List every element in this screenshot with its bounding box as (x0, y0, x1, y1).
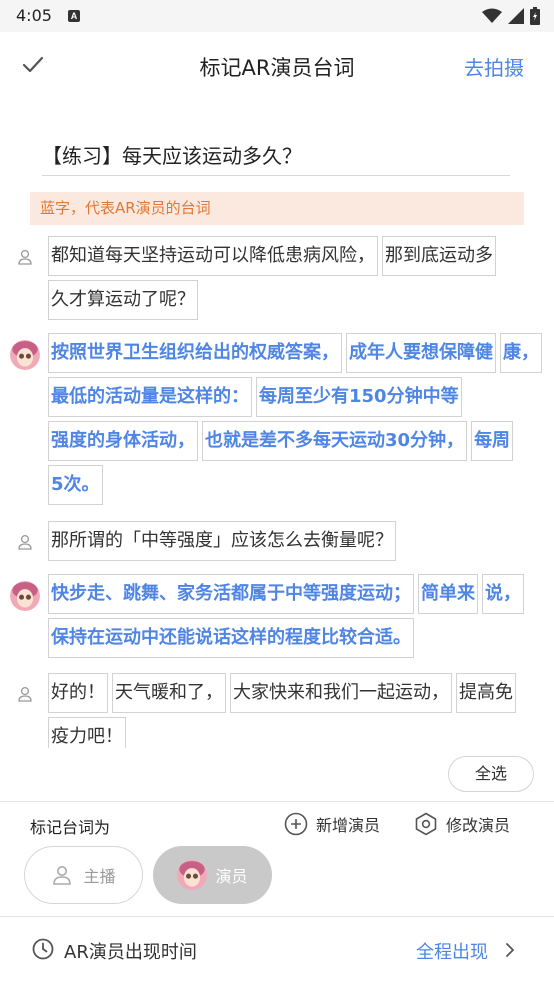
ar-appear-time-row[interactable]: AR演员出现时间 全程出现 (0, 916, 554, 984)
edit-actor-label: 修改演员 (446, 816, 511, 835)
line-chunk[interactable]: 大家快来和我们一起运动， (230, 673, 452, 713)
system-icons (482, 6, 540, 26)
line-chunk[interactable]: 那到底运动多 (382, 236, 496, 276)
line-chunk[interactable]: 简单来 (418, 574, 478, 614)
ar-appear-time-value: 全程出现 (416, 942, 488, 963)
edit-actor-button[interactable]: 修改演员 (414, 811, 510, 837)
line-chunk[interactable]: 久才算运动了呢？ (48, 280, 198, 320)
line-chunk[interactable]: 每周 (471, 421, 514, 461)
hint-banner: 蓝字，代表AR演员的台词 (30, 192, 524, 225)
signal-icon (508, 8, 524, 24)
line-chunk[interactable]: 康， (500, 333, 542, 373)
status-time: 4:05 (16, 6, 52, 25)
notification-icon: A (68, 10, 80, 22)
line-chunk[interactable]: 5次。 (48, 465, 103, 505)
plus-circle-icon (284, 812, 308, 836)
line-chunk[interactable]: 快步走、跳舞、家务活都属于中等强度运动； (48, 574, 414, 614)
line-chunk[interactable]: 好的！ (48, 673, 108, 713)
line-chunk[interactable]: 最低的活动量是这样的： (48, 377, 252, 417)
line-chunk[interactable]: 成年人要想保障健 (346, 333, 496, 373)
script-title: 【练习】每天应该运动多久？ (42, 140, 510, 176)
line-chunk[interactable]: 也就是差不多每天运动30分钟， (202, 421, 468, 461)
script-lines: 都知道每天坚持运动可以降低患病风险， 那到底运动多久才算运动了呢？ 按照世界卫生组… (0, 230, 554, 748)
host-person-icon (18, 686, 32, 702)
mark-as-label: 标记台词为 (30, 818, 111, 837)
select-all-button[interactable]: 全选 (448, 756, 534, 792)
line-chunk[interactable]: 说， (482, 574, 524, 614)
host-person-icon (18, 534, 32, 550)
actor-avatar-icon (10, 340, 40, 370)
line-chunk[interactable]: 那所谓的「中等强度」应该怎么去衡量呢？ (48, 521, 396, 561)
battery-icon (530, 7, 540, 25)
host-person-icon (18, 249, 32, 265)
line-chunk[interactable]: 都知道每天坚持运动可以降低患病风险， (48, 236, 378, 276)
line-chunk[interactable]: 提高免 (456, 673, 516, 713)
ar-appear-time-label: AR演员出现时间 (64, 942, 197, 963)
divider (0, 801, 554, 802)
confirm-check-icon[interactable] (20, 52, 46, 78)
line-chunk[interactable]: 疫力吧！ (48, 717, 126, 748)
add-actor-button[interactable]: 新增演员 (284, 811, 380, 837)
line-chunk[interactable]: 每周至少有150分钟中等 (256, 377, 462, 417)
chevron-right-icon (506, 943, 514, 957)
actor-avatar-icon (177, 860, 208, 890)
actor-avatar-icon (10, 581, 40, 611)
clock-icon (32, 938, 54, 960)
person-icon (53, 866, 72, 885)
role-host-button[interactable]: 主播 (24, 846, 143, 904)
role-actor-label: 演员 (215, 867, 248, 886)
line-chunk[interactable]: 天气暖和了， (112, 673, 226, 713)
top-bar: 标记AR演员台词 去拍摄 (0, 32, 554, 98)
wifi-icon (482, 8, 502, 23)
hexagon-settings-icon (415, 812, 437, 836)
line-chunk[interactable]: 按照世界卫生组织给出的权威答案， (48, 333, 342, 373)
line-chunk[interactable]: 强度的身体活动， (48, 421, 198, 461)
role-actor-button[interactable]: 演员 (153, 846, 272, 904)
add-actor-label: 新增演员 (316, 816, 381, 835)
line-chunk[interactable]: 保持在运动中还能说话这样的程度比较合适。 (48, 618, 414, 658)
role-host-label: 主播 (83, 867, 116, 886)
go-shoot-button[interactable]: 去拍摄 (464, 52, 524, 81)
status-bar: 4:05 A (0, 0, 554, 32)
